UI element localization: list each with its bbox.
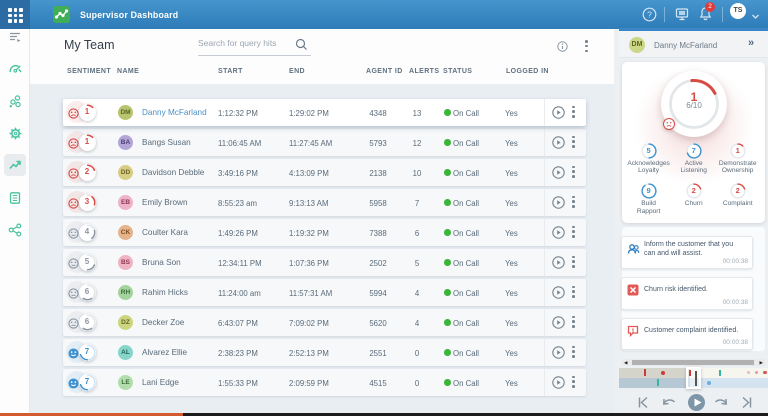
svg-text:?: ? xyxy=(647,9,652,19)
